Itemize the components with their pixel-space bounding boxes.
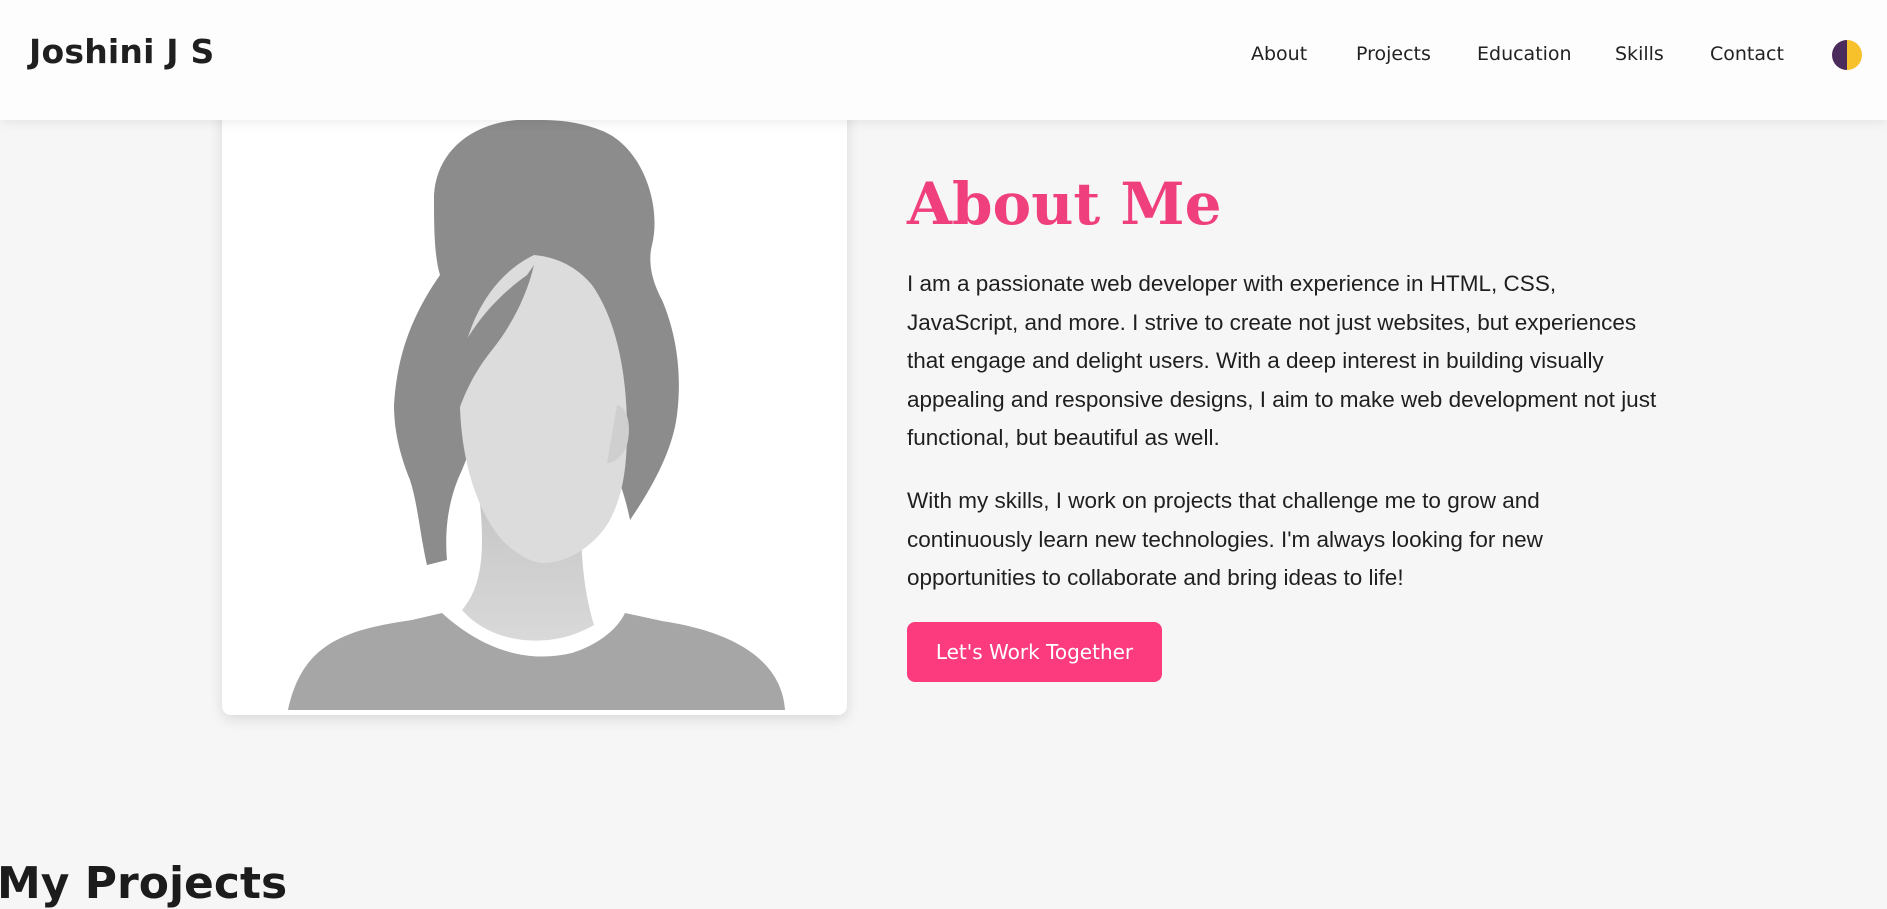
about-paragraph-2: With my skills, I work on projects that … xyxy=(907,488,1543,590)
about-title: About Me xyxy=(907,170,1222,238)
nav-link-skills[interactable]: Skills xyxy=(1615,43,1664,65)
navbar: Joshini J S About Projects Education Ski… xyxy=(0,0,1887,120)
profile-photo-card xyxy=(222,85,847,715)
lets-work-together-button[interactable]: Let's Work Together xyxy=(907,622,1162,682)
theme-toggle-dark-half xyxy=(1832,40,1847,70)
nav-link-projects[interactable]: Projects xyxy=(1356,43,1431,65)
nav-link-contact[interactable]: Contact xyxy=(1710,43,1784,65)
projects-section-heading: My Projects xyxy=(0,858,288,909)
theme-toggle-icon[interactable] xyxy=(1832,40,1862,70)
theme-toggle-light-half xyxy=(1847,40,1862,70)
nav-link-about[interactable]: About xyxy=(1251,43,1307,65)
site-brand[interactable]: Joshini J S xyxy=(29,32,214,71)
about-paragraph-1: I am a passionate web developer with exp… xyxy=(907,271,1657,450)
nav-link-education[interactable]: Education xyxy=(1477,43,1572,65)
avatar-placeholder-icon xyxy=(288,119,785,710)
